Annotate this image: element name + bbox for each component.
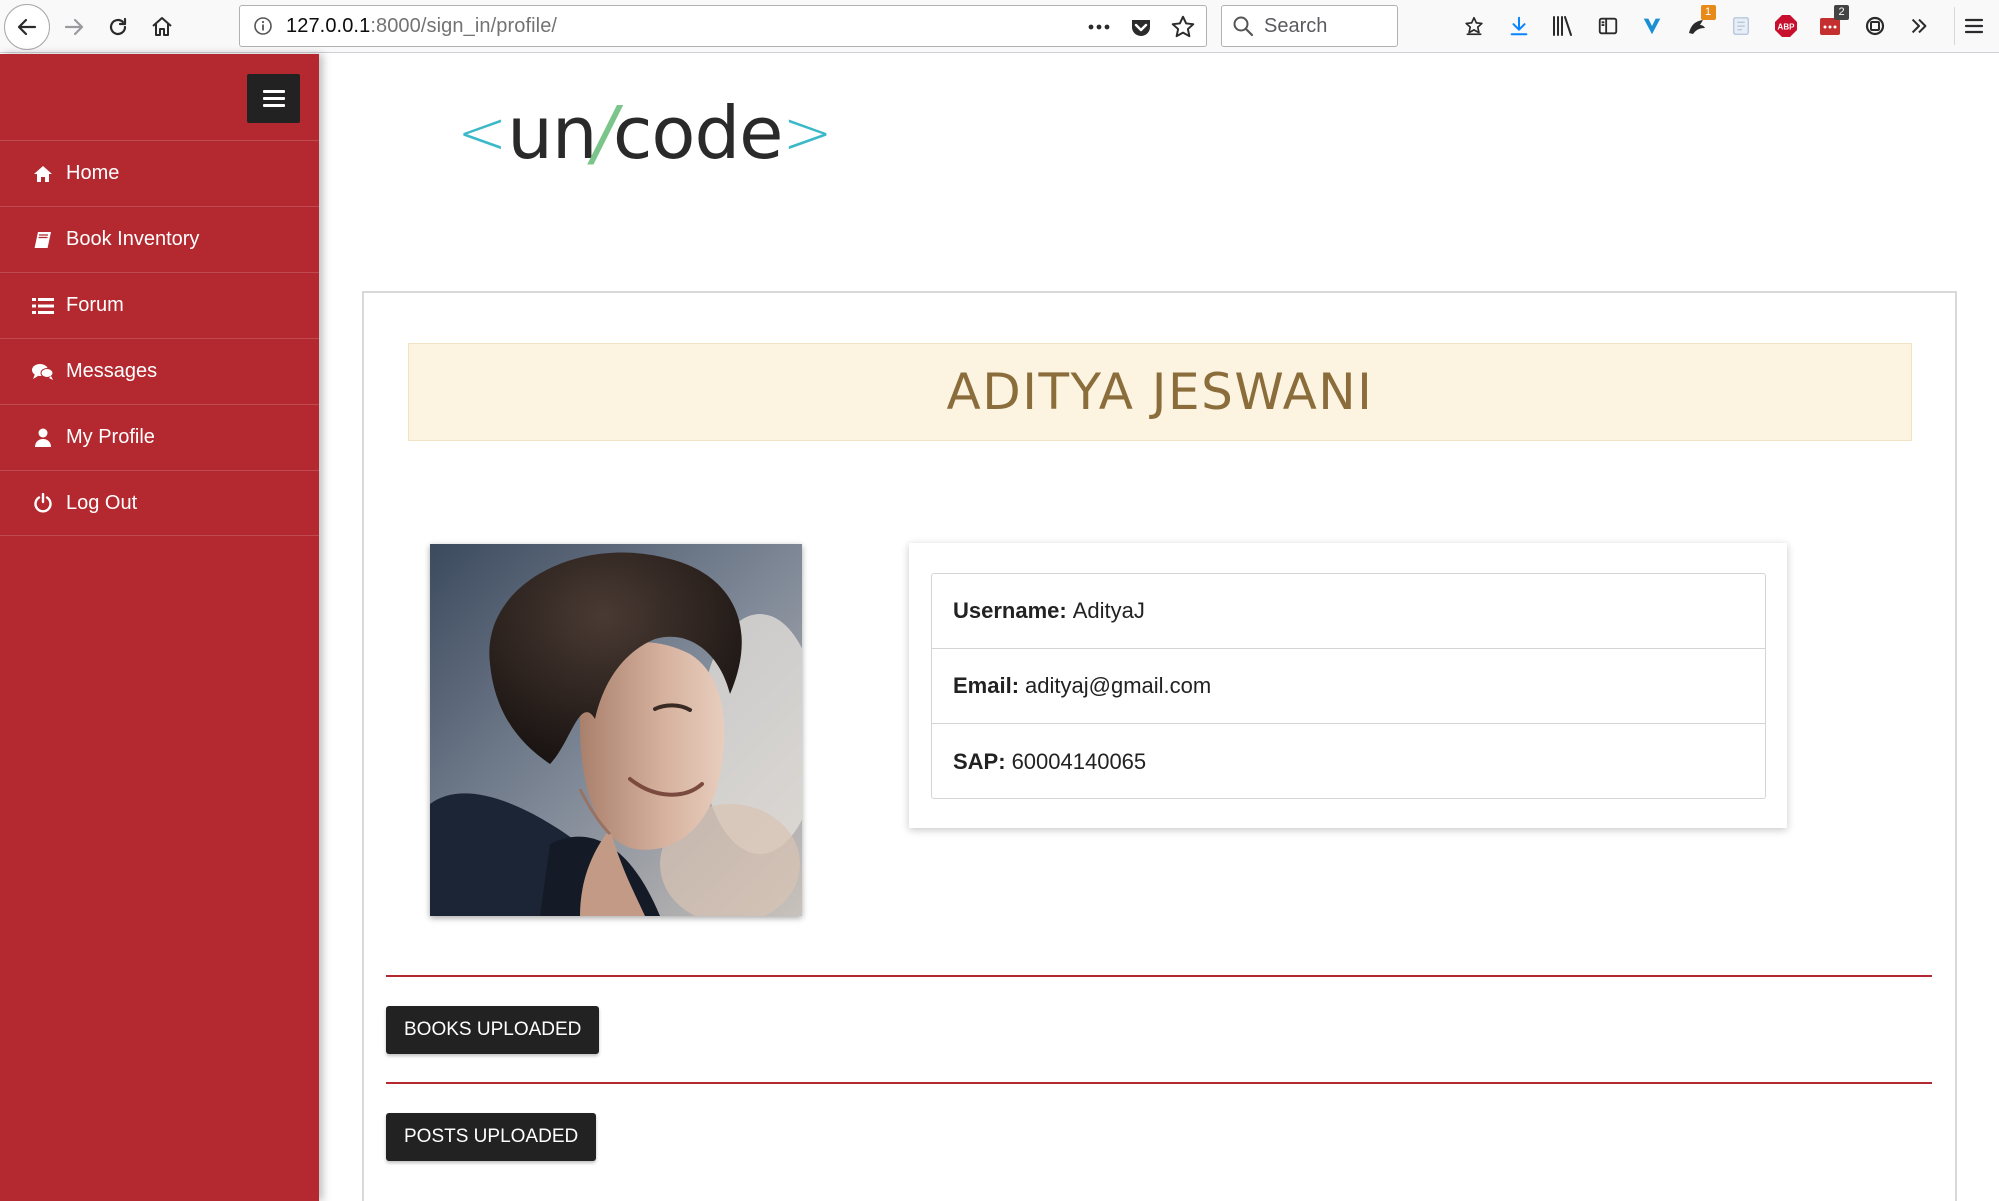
extension-notify-icon[interactable]: 1 xyxy=(1678,5,1716,45)
arrow-left-icon xyxy=(17,18,37,36)
extension-toolbar: 1 ABP 2 xyxy=(1455,5,1945,45)
user-info-card: Username: AdityaJ Email: adityaj@gmail.c… xyxy=(909,543,1787,828)
sidebar-item-label: Home xyxy=(66,162,120,184)
extension-v-icon[interactable] xyxy=(1633,7,1671,45)
back-button[interactable] xyxy=(4,4,50,50)
books-uploaded-button[interactable]: BOOKS UPLOADED xyxy=(386,1006,600,1054)
email-row: Email: adityaj@gmail.com xyxy=(932,649,1765,724)
search-input[interactable] xyxy=(1264,14,1394,38)
sap-row: SAP: 60004140065 xyxy=(932,724,1765,799)
sidebar-item-forum[interactable]: Forum xyxy=(0,272,319,338)
page-actions-icon[interactable] xyxy=(1084,12,1114,42)
email-label: Email: xyxy=(953,673,1020,698)
arrow-right-icon xyxy=(64,18,84,36)
chat-icon xyxy=(31,360,55,384)
url-bar[interactable]: 127.0.0.1:8000/sign_in/profile/ xyxy=(239,5,1207,47)
app-menu-button[interactable] xyxy=(1954,7,1992,45)
calendar-badge: 2 xyxy=(1834,5,1849,20)
extension-calendar-icon[interactable]: 2 xyxy=(1811,5,1849,45)
username-row: Username: AdityaJ xyxy=(932,574,1765,649)
sidebar-item-log-out[interactable]: Log Out xyxy=(0,470,319,536)
logo-close-bracket: > xyxy=(782,98,833,168)
sap-label: SAP: xyxy=(953,748,1006,774)
sidebar: Home Book Inventory Forum Messages My Pr… xyxy=(0,54,319,1201)
hamburger-line xyxy=(262,104,285,107)
extension-sync-icon[interactable] xyxy=(1856,7,1894,45)
section-divider xyxy=(386,975,1932,977)
bookmarks-star-icon[interactable] xyxy=(1455,7,1493,45)
username-label: Username: xyxy=(953,598,1067,623)
sidebar-item-label: Log Out xyxy=(66,491,138,514)
sidebar-item-messages[interactable]: Messages xyxy=(0,338,319,404)
sidebar-item-book-inventory[interactable]: Book Inventory xyxy=(0,206,319,272)
url-path: :8000/sign_in/profile/ xyxy=(370,14,558,37)
logo-text-left: un xyxy=(507,91,597,175)
menu-icon xyxy=(1964,18,1983,34)
download-icon[interactable] xyxy=(1500,7,1538,45)
home-icon xyxy=(31,162,55,186)
forward-button[interactable] xyxy=(56,9,92,45)
search-icon xyxy=(1232,13,1258,39)
search-box[interactable] xyxy=(1221,5,1398,47)
list-icon xyxy=(31,294,55,318)
browser-toolbar: 127.0.0.1:8000/sign_in/profile/ Search 1… xyxy=(0,0,1999,53)
svg-text:ABP: ABP xyxy=(1777,23,1795,32)
info-icon[interactable] xyxy=(250,13,276,39)
reload-icon xyxy=(109,17,127,36)
avatar-photo xyxy=(430,544,802,916)
home-button[interactable] xyxy=(144,9,180,45)
hamburger-line xyxy=(262,97,285,100)
hamburger-line xyxy=(262,90,285,93)
profile-card: ADITYA JESWANI Username: AdityaJ Email: … xyxy=(362,291,1957,1201)
sidebar-item-my-profile[interactable]: My Profile xyxy=(0,404,319,470)
sidebar-item-label: Forum xyxy=(66,294,124,316)
power-icon xyxy=(31,491,55,515)
email-value: adityaj@gmail.com xyxy=(1025,673,1212,698)
avatar xyxy=(430,544,802,916)
extension-page-icon[interactable] xyxy=(1722,7,1760,45)
name-banner: ADITYA JESWANI xyxy=(408,343,1912,441)
sap-value: 60004140065 xyxy=(1011,748,1147,774)
overflow-chevron-icon[interactable] xyxy=(1900,7,1938,45)
profile-name: ADITYA JESWANI xyxy=(946,363,1374,421)
bookmark-star-icon[interactable] xyxy=(1168,12,1198,42)
sidebar-toggle-button[interactable] xyxy=(247,74,300,123)
sidebar-item-label: Messages xyxy=(66,360,158,382)
reload-button[interactable] xyxy=(100,9,136,45)
username-value: AdityaJ xyxy=(1072,598,1145,623)
logo-open-bracket: < xyxy=(457,98,508,168)
library-icon[interactable] xyxy=(1544,7,1582,45)
unicode-logo[interactable]: < un / code > xyxy=(457,88,833,178)
url-host: 127.0.0.1 xyxy=(286,14,371,37)
sidebar-icon[interactable] xyxy=(1589,7,1627,45)
adblock-icon[interactable]: ABP xyxy=(1767,7,1805,45)
section-divider xyxy=(386,1082,1932,1084)
sidebar-item-label: Book Inventory xyxy=(66,228,200,250)
sidebar-item-home[interactable]: Home xyxy=(0,140,319,206)
notify-badge: 1 xyxy=(1700,5,1716,20)
logo-text-right: code xyxy=(612,91,784,175)
pocket-icon[interactable] xyxy=(1126,12,1156,42)
book-icon xyxy=(31,228,55,252)
user-info-list: Username: AdityaJ Email: adityaj@gmail.c… xyxy=(931,573,1766,799)
sidebar-nav: Home Book Inventory Forum Messages My Pr… xyxy=(0,140,319,536)
url-text[interactable]: 127.0.0.1:8000/sign_in/profile/ xyxy=(286,15,557,38)
sidebar-item-label: My Profile xyxy=(66,426,155,448)
posts-uploaded-button[interactable]: POSTS UPLOADED xyxy=(386,1113,597,1161)
user-icon xyxy=(31,426,55,450)
home-icon xyxy=(152,17,172,36)
